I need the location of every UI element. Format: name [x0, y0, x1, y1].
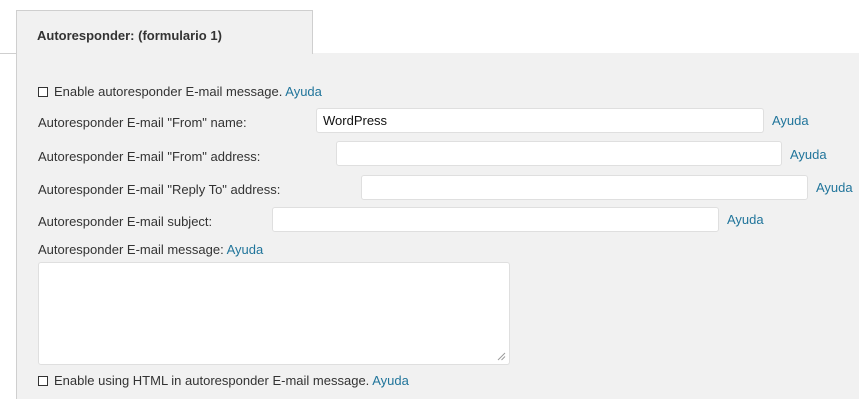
subject-label: Autoresponder E-mail subject:: [38, 214, 213, 229]
enable-html-checkbox[interactable]: [38, 376, 48, 386]
autoresponder-settings-page: Autoresponder: (formulario 1) Enable aut…: [0, 0, 859, 407]
tab-autoresponder-formulario-1[interactable]: Autoresponder: (formulario 1): [16, 10, 313, 54]
reply-to-input[interactable]: [361, 175, 808, 200]
from-name-label: Autoresponder E-mail "From" name:: [38, 115, 247, 130]
reply-to-help-link[interactable]: Ayuda: [816, 180, 853, 195]
tab-label: Autoresponder: (formulario 1): [37, 28, 222, 43]
from-name-help-link[interactable]: Ayuda: [772, 113, 809, 128]
enable-autoresponder-label: Enable autoresponder E-mail message.: [54, 84, 283, 99]
from-name-input[interactable]: WordPress: [316, 108, 764, 133]
enable-autoresponder-checkbox[interactable]: [38, 87, 48, 97]
subject-help-link[interactable]: Ayuda: [727, 212, 764, 227]
enable-autoresponder-help-link[interactable]: Ayuda: [285, 84, 322, 99]
from-address-help-link[interactable]: Ayuda: [790, 147, 827, 162]
from-address-label: Autoresponder E-mail "From" address:: [38, 149, 261, 164]
subject-input[interactable]: [272, 207, 719, 232]
enable-html-help-link[interactable]: Ayuda: [372, 373, 409, 388]
message-label: Autoresponder E-mail message:: [38, 242, 224, 257]
enable-html-row: Enable using HTML in autoresponder E-mai…: [38, 373, 409, 388]
message-textarea[interactable]: [38, 262, 510, 365]
resize-grip-icon[interactable]: [496, 351, 506, 361]
message-help-link[interactable]: Ayuda: [227, 242, 264, 257]
enable-autoresponder-row: Enable autoresponder E-mail message. Ayu…: [38, 84, 322, 99]
reply-to-label: Autoresponder E-mail "Reply To" address:: [38, 182, 281, 197]
message-row: Autoresponder E-mail message: Ayuda: [38, 242, 263, 257]
enable-html-label: Enable using HTML in autoresponder E-mai…: [54, 373, 370, 388]
from-address-input[interactable]: [336, 141, 782, 166]
